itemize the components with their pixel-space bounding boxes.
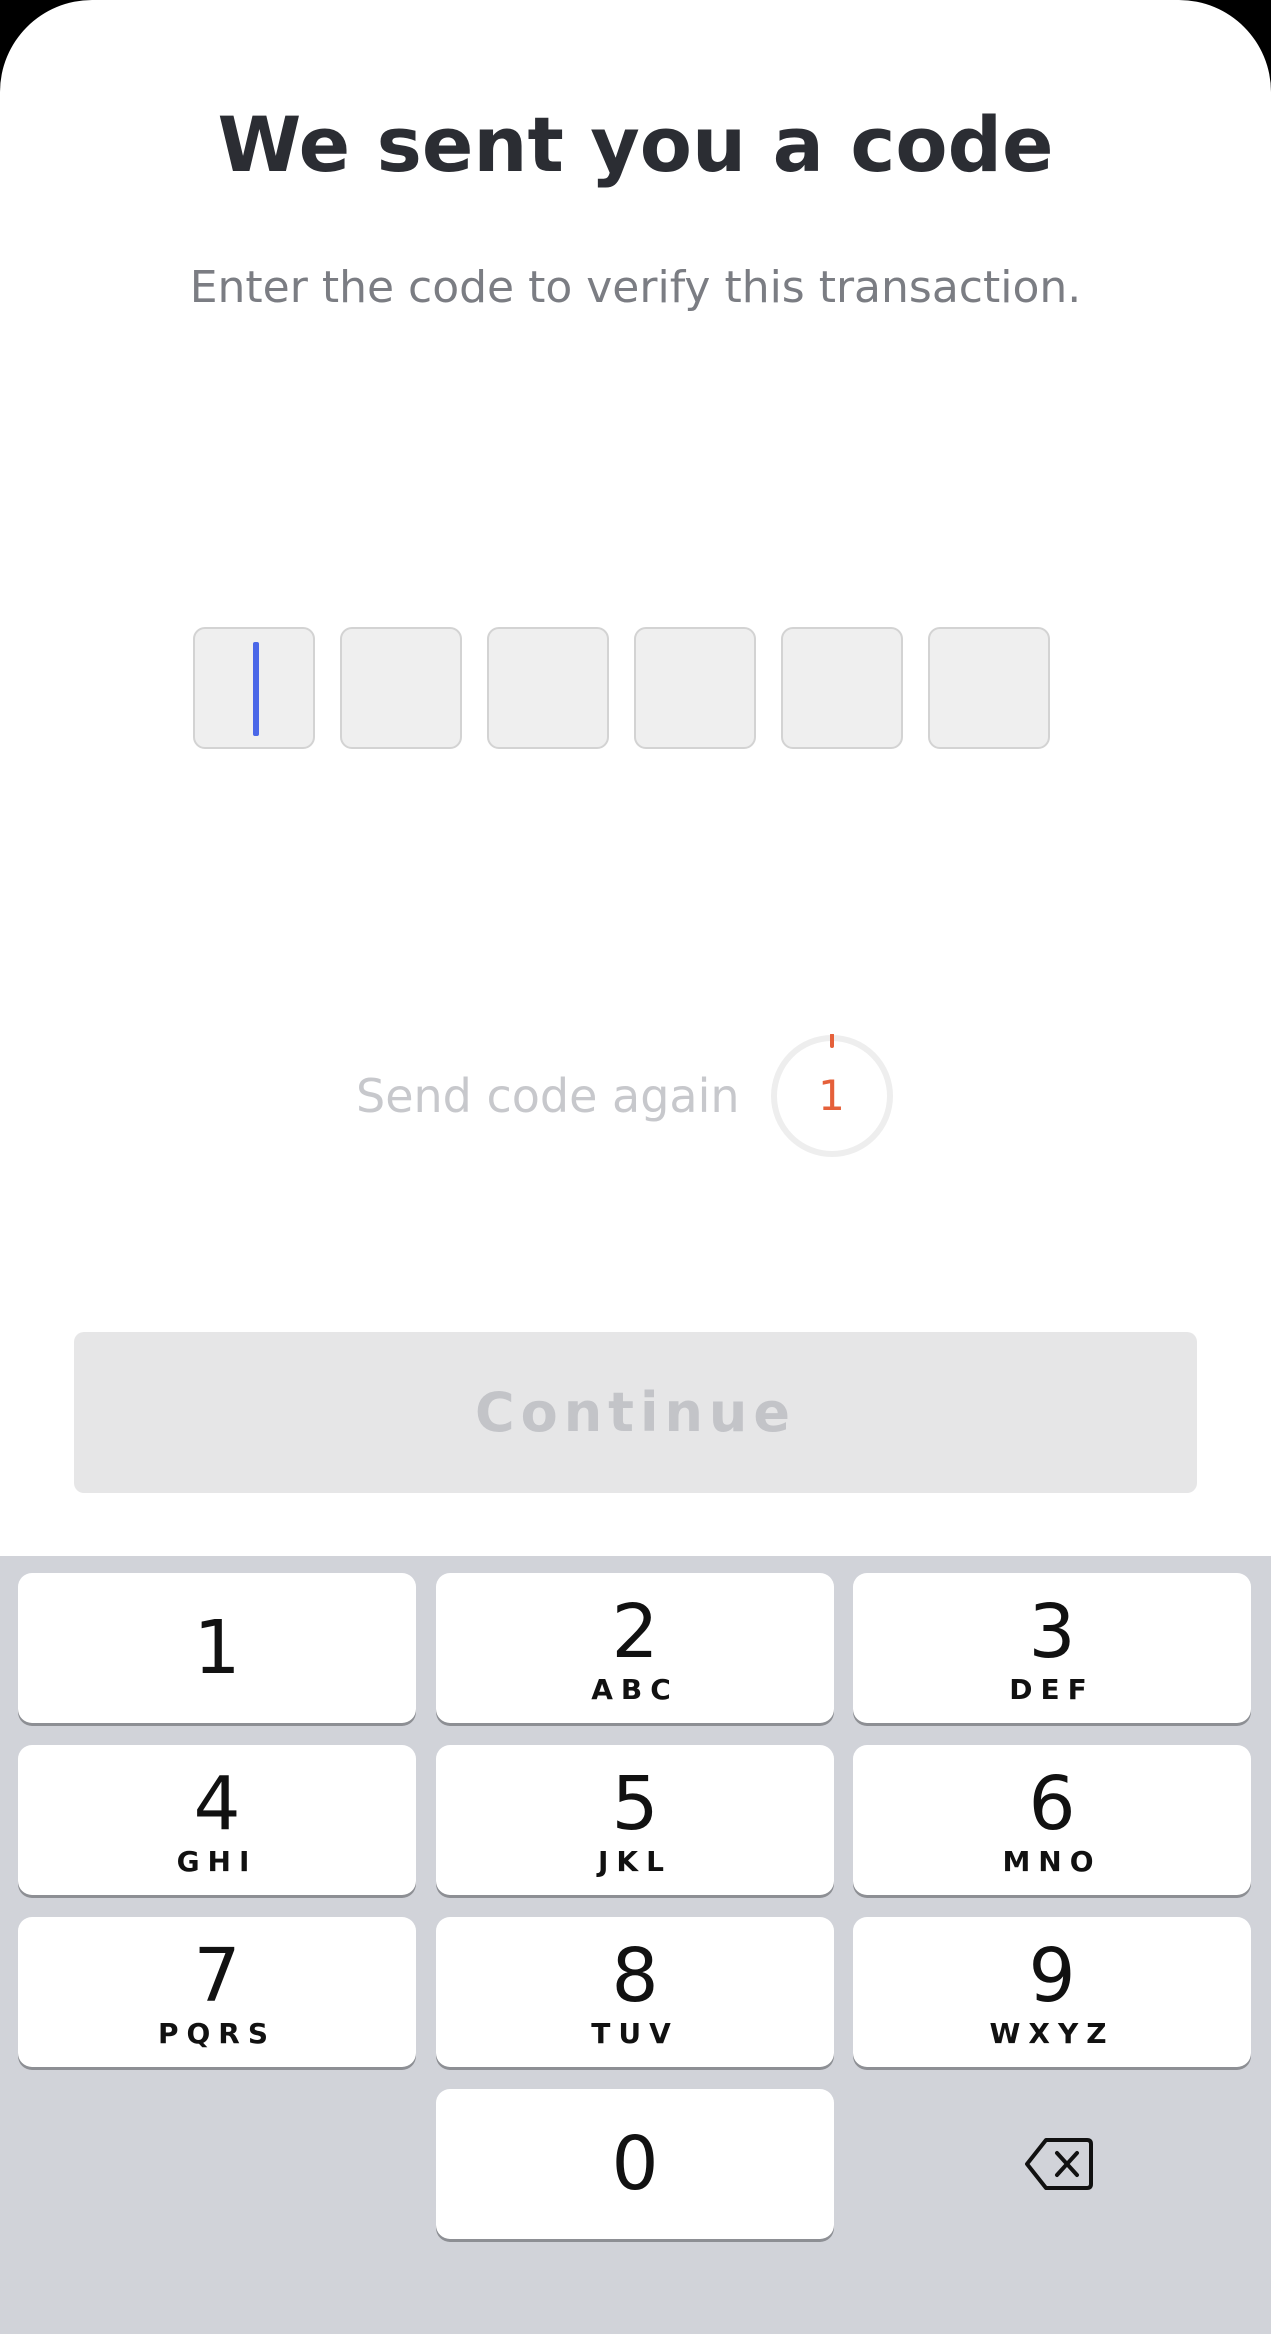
code-digit-box-4[interactable] <box>634 627 756 749</box>
key-letters: TUV <box>591 2017 679 2050</box>
key-2[interactable]: 2 ABC <box>436 1573 834 1723</box>
code-input-group <box>193 627 1050 749</box>
send-code-again-link[interactable]: Send code again <box>356 1069 740 1123</box>
backspace-icon <box>1025 2138 1093 2190</box>
code-digit-box-5[interactable] <box>781 627 903 749</box>
key-letters: PQRS <box>157 2017 277 2050</box>
countdown-timer: 1 <box>770 1034 894 1158</box>
key-digit: 6 <box>1028 1761 1076 1847</box>
key-digit: 4 <box>193 1761 241 1847</box>
key-digit: 3 <box>1028 1589 1076 1675</box>
page-title: We sent you a code <box>217 100 1054 189</box>
key-3[interactable]: 3 DEF <box>853 1573 1251 1723</box>
text-caret <box>253 642 259 736</box>
key-letters: GHI <box>176 1845 258 1878</box>
key-digit: 2 <box>611 1589 659 1675</box>
key-0[interactable]: 0 <box>436 2089 834 2239</box>
countdown-value: 1 <box>818 1071 845 1120</box>
key-4[interactable]: 4 GHI <box>18 1745 416 1895</box>
key-letters: JKL <box>598 1845 672 1878</box>
code-digit-box-3[interactable] <box>487 627 609 749</box>
key-letters: ABC <box>591 1673 679 1706</box>
verification-screen: We sent you a code Enter the code to ver… <box>0 0 1271 2334</box>
key-9[interactable]: 9 WXYZ <box>853 1917 1251 2067</box>
key-6[interactable]: 6 MNO <box>853 1745 1251 1895</box>
key-letters: MNO <box>1002 1845 1102 1878</box>
code-digit-box-2[interactable] <box>340 627 462 749</box>
code-digit-box-6[interactable] <box>928 627 1050 749</box>
key-digit: 0 <box>611 2121 659 2207</box>
key-8[interactable]: 8 TUV <box>436 1917 834 2067</box>
key-digit: 9 <box>1028 1933 1076 2019</box>
key-1[interactable]: 1 <box>18 1573 416 1723</box>
continue-button[interactable]: Continue <box>74 1332 1197 1493</box>
key-7[interactable]: 7 PQRS <box>18 1917 416 2067</box>
key-digit: 1 <box>193 1605 241 1691</box>
key-digit: 7 <box>193 1933 241 2019</box>
resend-row: Send code again 1 <box>356 1034 894 1158</box>
backspace-key[interactable] <box>853 2089 1251 2239</box>
key-5[interactable]: 5 JKL <box>436 1745 834 1895</box>
key-letters: DEF <box>1009 1673 1095 1706</box>
page-subtitle: Enter the code to verify this transactio… <box>189 262 1082 313</box>
key-digit: 8 <box>611 1933 659 2019</box>
key-digit: 5 <box>611 1761 659 1847</box>
code-digit-box-1[interactable] <box>193 627 315 749</box>
key-letters: WXYZ <box>989 2017 1115 2050</box>
